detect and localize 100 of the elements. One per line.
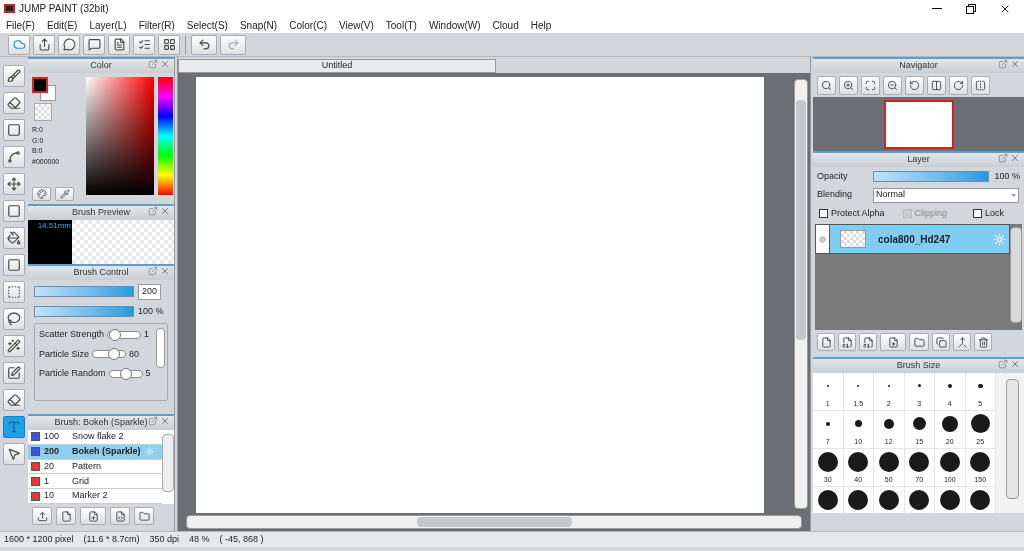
- menu-item[interactable]: Tool(T): [385, 17, 417, 33]
- level-bar[interactable]: [872, 171, 990, 183]
- brush-list-item[interactable]: 10 Marker 2: [28, 489, 162, 504]
- document-icon[interactable]: [108, 34, 130, 55]
- scroll-thumb[interactable]: [796, 100, 806, 340]
- brush-size-cell[interactable]: [935, 487, 966, 513]
- brush-icon[interactable]: [3, 65, 25, 87]
- scrollbar[interactable]: [156, 328, 165, 368]
- scrollbar[interactable]: [162, 434, 174, 492]
- add-layer-icon[interactable]: [880, 333, 906, 351]
- rotate-right-icon[interactable]: [949, 75, 968, 95]
- zoom-actual-icon[interactable]: [817, 75, 836, 95]
- transparent-swatch[interactable]: [34, 103, 52, 121]
- fit-icon[interactable]: [861, 75, 880, 95]
- speech-bubble-icon[interactable]: [58, 34, 80, 55]
- bucket-icon[interactable]: [3, 227, 25, 249]
- brush-list-item[interactable]: 1 Grid: [28, 474, 162, 490]
- scroll-thumb[interactable]: [417, 517, 572, 527]
- undo-icon[interactable]: [191, 34, 217, 55]
- size-field[interactable]: 200: [138, 284, 162, 300]
- filled-square-icon[interactable]: [3, 200, 25, 222]
- menu-item[interactable]: Color(C): [289, 17, 327, 33]
- brush-list-item[interactable]: 100 Snow flake 2: [28, 430, 162, 445]
- blending-dropdown[interactable]: Normal: [873, 187, 1019, 203]
- cloud-icon[interactable]: [8, 34, 30, 55]
- brush-size-cell[interactable]: [843, 487, 874, 513]
- opacity-value: 100 %: [138, 304, 164, 318]
- pointer-icon[interactable]: [3, 443, 25, 465]
- duplicate-icon[interactable]: [932, 333, 950, 351]
- trash-icon[interactable]: [974, 333, 992, 351]
- folder-icon[interactable]: [909, 333, 929, 351]
- menu-item[interactable]: View(V): [338, 17, 374, 33]
- brush-size-cell[interactable]: [965, 487, 996, 513]
- checkbox-label: Lock: [985, 206, 1005, 220]
- canvas-thumbnail[interactable]: [883, 99, 954, 149]
- panel-title: Navigator: [899, 59, 938, 73]
- pen-square-icon[interactable]: [3, 362, 25, 384]
- color-swatch-drawing[interactable]: [32, 77, 56, 101]
- vertical-scrollbar[interactable]: [794, 79, 808, 509]
- message-icon[interactable]: [83, 34, 105, 55]
- scrollbar[interactable]: [1006, 379, 1019, 499]
- hue-bar[interactable]: [158, 77, 173, 195]
- upload-icon[interactable]: [32, 507, 52, 525]
- lasso-icon[interactable]: [3, 308, 25, 330]
- slider-value: 80: [129, 347, 140, 361]
- menu-item[interactable]: Layer(L): [89, 17, 127, 33]
- slider-thumb[interactable]: [109, 328, 122, 341]
- level-bar[interactable]: [34, 305, 134, 317]
- reset-view-icon[interactable]: [927, 75, 946, 95]
- menu-item[interactable]: Snap(N): [239, 17, 278, 33]
- brush-size-cell[interactable]: [904, 487, 935, 513]
- slider-label: Particle Size: [39, 347, 90, 361]
- checkbox[interactable]: [819, 208, 828, 218]
- zoom-in-icon[interactable]: [839, 75, 858, 95]
- menu-item[interactable]: Window(W): [428, 17, 481, 33]
- grid-edit-icon[interactable]: [158, 34, 180, 55]
- saturation-picker[interactable]: [86, 77, 154, 195]
- brush-size-reading: 14.51mm: [37, 220, 71, 232]
- slider-track[interactable]: [92, 348, 127, 361]
- list-icon[interactable]: [133, 34, 155, 55]
- checkbox[interactable]: [973, 208, 983, 218]
- menu-item[interactable]: Select(S): [186, 17, 228, 33]
- slider-track[interactable]: [108, 367, 143, 380]
- eraser-icon[interactable]: [3, 92, 25, 114]
- slider-track[interactable]: [107, 328, 142, 341]
- file-add-icon[interactable]: [80, 507, 106, 525]
- pipette-icon[interactable]: [55, 187, 74, 201]
- zoom-out-icon[interactable]: [883, 75, 902, 95]
- gradient-icon[interactable]: [3, 254, 25, 276]
- wand-icon[interactable]: [3, 335, 25, 357]
- square-icon[interactable]: [3, 119, 25, 141]
- blending-label: Blending: [817, 188, 854, 202]
- brush-name: Marker 2: [72, 489, 108, 503]
- dropdown-arrow-icon[interactable]: [1011, 193, 1016, 197]
- file-script-icon[interactable]: [110, 507, 130, 525]
- document-tab[interactable]: Untitled: [178, 59, 496, 73]
- folder-icon[interactable]: [134, 507, 154, 525]
- menu-item[interactable]: Edit(E): [46, 17, 78, 33]
- level-bar[interactable]: [34, 286, 134, 298]
- brush-size-cell[interactable]: [874, 487, 905, 513]
- horizontal-scrollbar[interactable]: [186, 515, 802, 529]
- dashed-square-icon[interactable]: [3, 281, 25, 303]
- move-icon[interactable]: [3, 173, 25, 195]
- text-icon[interactable]: [3, 416, 25, 438]
- eraser-icon[interactable]: [3, 389, 25, 411]
- menu-item[interactable]: Help: [530, 17, 552, 33]
- rotate-left-icon[interactable]: [905, 75, 924, 95]
- menu-item[interactable]: File(F): [6, 17, 35, 33]
- share-icon[interactable]: [33, 34, 55, 55]
- palette-icon[interactable]: [32, 187, 51, 201]
- merge-icon[interactable]: [953, 333, 971, 351]
- menu-item[interactable]: Filter(R): [138, 17, 175, 33]
- layer-name: cola800_Hd247: [878, 232, 952, 247]
- brush-list-item[interactable]: 20 Pattern: [28, 459, 162, 475]
- brush-size-cell[interactable]: [813, 487, 844, 513]
- menu-item[interactable]: Cloud: [492, 17, 519, 33]
- scrollbar[interactable]: [1010, 227, 1022, 323]
- file-icon[interactable]: [56, 507, 76, 525]
- new-layer-icon[interactable]: [817, 333, 835, 351]
- flip-icon[interactable]: [971, 75, 990, 95]
